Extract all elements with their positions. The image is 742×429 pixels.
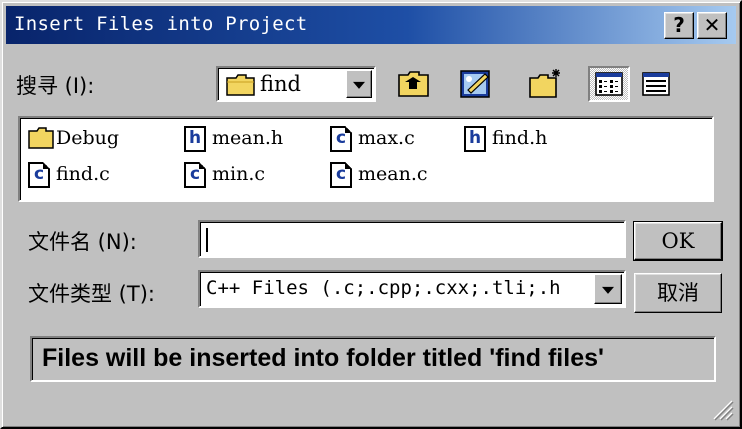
file-name: Debug <box>56 127 120 149</box>
file-type-dropdown-button[interactable] <box>594 274 622 304</box>
c-source-file-icon: c <box>184 162 206 188</box>
status-panel: Files will be inserted into folder title… <box>30 336 716 382</box>
up-one-level-button[interactable] <box>394 66 434 102</box>
status-text: Files will be inserted into folder title… <box>42 344 604 372</box>
resize-grip-icon[interactable] <box>710 397 734 421</box>
details-view-button[interactable] <box>636 66 676 102</box>
help-button[interactable]: ? <box>664 12 694 39</box>
file-name: mean.h <box>212 127 284 149</box>
insert-files-dialog: Insert Files into Project ? ✕ 搜寻 (I): fi… <box>0 0 742 429</box>
cancel-button[interactable]: 取消 <box>634 273 722 313</box>
file-list[interactable]: Debug h mean.h c max.c h find.h c find.c… <box>18 116 714 202</box>
c-source-file-icon: c <box>330 126 352 152</box>
list-item[interactable]: h find.h <box>464 126 547 152</box>
file-name: max.c <box>358 127 415 149</box>
file-name: min.c <box>212 163 266 185</box>
list-item[interactable]: h mean.h <box>184 126 283 152</box>
file-name: find.h <box>492 127 548 149</box>
create-new-folder-button[interactable] <box>526 66 566 102</box>
list-item[interactable]: c mean.c <box>330 162 428 188</box>
list-item[interactable]: c max.c <box>330 126 415 152</box>
look-in-dropdown[interactable]: find <box>216 66 376 102</box>
file-name: mean.c <box>358 163 428 185</box>
file-name-label: 文件名 (N): <box>28 230 137 254</box>
desktop-icon <box>460 70 490 98</box>
look-in-label: 搜寻 (I): <box>16 74 95 98</box>
list-view-button[interactable] <box>588 66 630 102</box>
new-folder-icon <box>529 69 560 98</box>
look-in-value: find <box>260 72 301 96</box>
desktop-button[interactable] <box>456 66 496 102</box>
file-type-value: C++ Files (.c;.cpp;.cxx;.tli;.h <box>206 277 561 299</box>
ok-button-frame: OK <box>633 221 723 261</box>
folder-icon <box>28 126 54 154</box>
chevron-down-icon <box>353 81 365 89</box>
title-bar[interactable]: Insert Files into Project ? ✕ <box>6 6 736 44</box>
look-in-dropdown-button[interactable] <box>346 70 372 98</box>
header-file-icon: h <box>184 126 206 152</box>
window-title: Insert Files into Project <box>14 13 308 35</box>
c-source-file-icon: c <box>28 162 50 188</box>
up-folder-icon <box>398 71 429 97</box>
file-name: find.c <box>56 163 110 185</box>
list-item[interactable]: c min.c <box>184 162 265 188</box>
file-type-select[interactable]: C++ Files (.c;.cpp;.cxx;.tli;.h <box>198 270 626 308</box>
list-view-icon <box>595 72 623 96</box>
header-file-icon: h <box>464 126 486 152</box>
c-source-file-icon: c <box>330 162 352 188</box>
file-name-input[interactable] <box>198 220 626 258</box>
chevron-down-icon <box>602 286 614 294</box>
file-type-label: 文件类型 (T): <box>28 282 155 306</box>
list-item[interactable]: c find.c <box>28 162 110 188</box>
folder-icon <box>226 74 256 100</box>
text-caret <box>206 228 208 252</box>
close-button[interactable]: ✕ <box>697 12 727 39</box>
details-view-icon <box>642 72 670 96</box>
ok-button[interactable]: OK <box>634 222 722 260</box>
